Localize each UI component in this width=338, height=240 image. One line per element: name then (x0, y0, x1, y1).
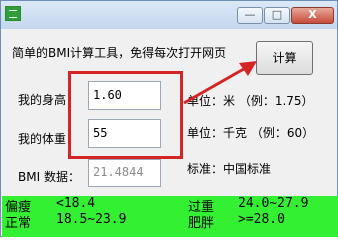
legend-range-obese: >=28.0 (238, 212, 285, 227)
bmi-window: — □ X 简单的BMI计算工具，免得每次打开网页 计算 我的身高： 1.60 … (0, 0, 338, 237)
legend-range-overweight: 24.0~27.9 (238, 196, 309, 211)
bmi-category-legend: 偏瘦 <18.4 正常 18.5~23.9 过重 24.0~27.9 肥胖 >=… (2, 196, 338, 237)
legend-name-obese: 肥胖 (188, 216, 215, 231)
legend-name-normal: 正常 (5, 216, 32, 231)
legend-range-normal: 18.5~23.9 (56, 212, 127, 227)
legend-range-underweight: <18.4 (56, 196, 96, 211)
